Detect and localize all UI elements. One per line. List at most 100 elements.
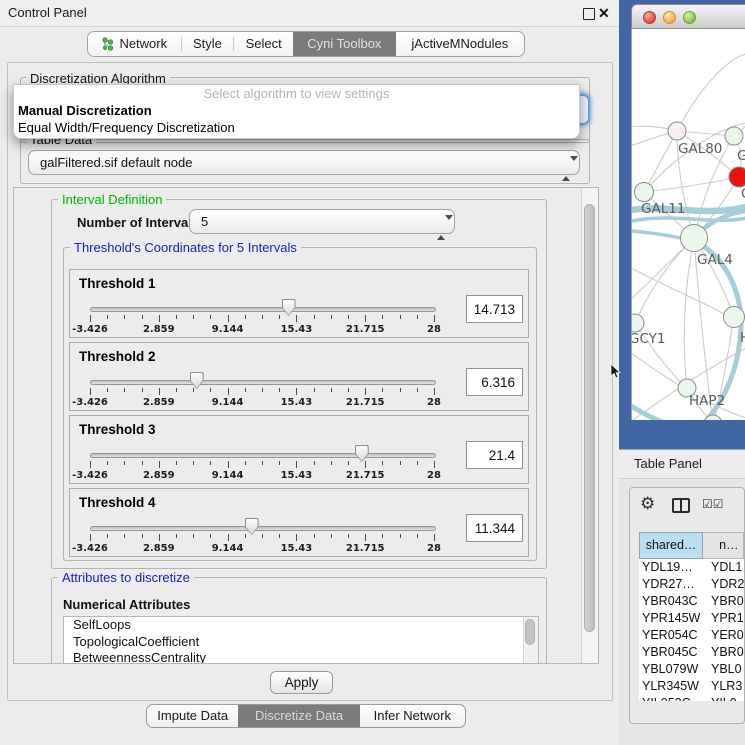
threshold-panel: Threshold 2-3.4262.8599.14415.4321.71528… xyxy=(69,342,529,411)
table-row[interactable]: YBR045CYBR0 xyxy=(639,644,745,661)
threshold-panel: Threshold 1-3.4262.8599.14415.4321.71528… xyxy=(69,269,529,338)
tick-mark xyxy=(124,315,125,319)
table-row[interactable]: YBL079WYBL0 xyxy=(639,661,745,678)
slider-ticks xyxy=(70,315,528,324)
node-table: shared… n… YDL19…YDL1YDR27…YDR2YBR043CYB… xyxy=(639,532,744,723)
threshold-panel: Threshold 3-3.4262.8599.14415.4321.71528… xyxy=(69,415,529,484)
tick-mark xyxy=(262,388,263,392)
column-checkboxes-icon[interactable]: ☑☑ xyxy=(702,497,724,511)
threshold-value-field[interactable]: 11.344 xyxy=(466,514,523,542)
tab-style[interactable]: Style xyxy=(182,32,234,56)
tick-mark xyxy=(159,315,160,322)
algorithm-option-equal-width[interactable]: Equal Width/Frequency Discretization xyxy=(14,119,579,136)
label-ga: GA xyxy=(737,148,745,164)
apply-button[interactable]: Apply xyxy=(270,671,333,694)
tab-select[interactable]: Select xyxy=(234,32,293,56)
node-gal4[interactable] xyxy=(681,225,708,252)
gear-icon[interactable]: ⚙ xyxy=(640,494,655,514)
column-header-name[interactable]: n… xyxy=(703,532,744,559)
tick-mark xyxy=(176,315,177,319)
tab-jactivemnodules[interactable]: jActiveMNodules xyxy=(396,32,524,56)
table-row[interactable]: YDR27…YDR2 xyxy=(639,576,745,593)
slider-tick-labels: -3.4262.8599.14415.4321.71528 xyxy=(70,324,528,336)
table-cell: YDL1 xyxy=(706,559,742,576)
table-row[interactable]: YER054CYER0 xyxy=(639,627,745,644)
tick-mark xyxy=(400,315,401,319)
node-gcy1[interactable] xyxy=(632,314,644,332)
threshold-value-field[interactable]: 21.4 xyxy=(466,441,523,469)
minimize-traffic-light-icon[interactable] xyxy=(663,11,676,24)
network-view-canvas[interactable]: GAL80 GA C GAL11 GAL4 GCY1 H HAP2 xyxy=(631,29,745,420)
slider-thumb[interactable] xyxy=(245,518,259,535)
table-cell: YBR0 xyxy=(706,644,744,661)
attributes-scrollbar[interactable] xyxy=(523,617,538,664)
table-row[interactable]: YIL052CYIL0 xyxy=(639,695,745,701)
close-traffic-light-icon[interactable] xyxy=(643,11,656,24)
threshold-value-field[interactable]: 6.316 xyxy=(466,368,523,396)
settings-scroll-pane: Interval Definition Number of Intervals … xyxy=(13,187,599,664)
algorithm-option-manual[interactable]: Manual Discretization xyxy=(14,102,579,119)
slider-thumb[interactable] xyxy=(355,445,369,462)
split-columns-icon[interactable] xyxy=(672,498,690,513)
close-icon[interactable]: ✕ xyxy=(598,4,610,22)
table-row[interactable]: YLR345WYLR3 xyxy=(639,678,745,695)
tick-mark xyxy=(296,461,297,468)
attribute-item[interactable]: BetweennessCentrality xyxy=(64,650,538,664)
attribute-item[interactable]: TopologicalCoefficient xyxy=(64,634,538,651)
slider-track[interactable] xyxy=(90,307,436,312)
tick-label: 9.144 xyxy=(206,324,250,335)
algorithm-popup-hint: Select algorithm to view settings xyxy=(14,85,579,102)
tick-mark xyxy=(142,461,143,465)
slider-track[interactable] xyxy=(90,380,436,385)
control-panel-titlebar xyxy=(0,0,620,27)
table-cell: YLR3 xyxy=(706,678,742,695)
threshold-label: Threshold 3 xyxy=(79,422,156,437)
node-gal11[interactable] xyxy=(635,183,654,202)
attributes-scrollbar-thumb[interactable] xyxy=(525,619,535,645)
threshold-value-field[interactable]: 14.713 xyxy=(466,295,523,323)
tick-mark xyxy=(245,315,246,319)
tick-label: 15.43 xyxy=(274,324,318,335)
slider-thumb[interactable] xyxy=(282,299,296,316)
tick-label: -3.426 xyxy=(68,543,112,554)
table-cell: YDR27… xyxy=(639,576,706,593)
table-cell: YER054C xyxy=(639,627,706,644)
attribute-item[interactable]: SelfLoops xyxy=(64,617,538,634)
tab-network[interactable]: Network xyxy=(88,32,181,56)
slider-track[interactable] xyxy=(90,526,436,531)
node-bottom[interactable] xyxy=(704,415,722,420)
combo-stepper-icon xyxy=(437,216,446,228)
table-row[interactable]: YDL19…YDL1 xyxy=(639,559,745,576)
control-panel-title: Control Panel xyxy=(8,0,87,26)
tick-mark xyxy=(90,315,91,322)
tick-label: 28 xyxy=(412,397,456,408)
tick-mark xyxy=(107,534,108,538)
node-gal80[interactable] xyxy=(668,122,686,140)
tab-impute-data[interactable]: Impute Data xyxy=(147,705,238,727)
tick-mark xyxy=(314,315,315,319)
node-ga[interactable] xyxy=(725,127,743,145)
table-row[interactable]: YPR145WYPR1 xyxy=(639,610,745,627)
tick-label: 2.859 xyxy=(137,397,181,408)
network-window-titlebar[interactable] xyxy=(631,4,745,29)
tick-mark xyxy=(382,388,383,392)
tick-mark xyxy=(90,534,91,541)
tab-discretize-data[interactable]: Discretize Data xyxy=(238,705,359,727)
column-header-shared-name[interactable]: shared… xyxy=(639,532,703,559)
slider-track[interactable] xyxy=(90,453,436,458)
tab-cyni-toolbox[interactable]: Cyni Toolbox xyxy=(293,32,396,56)
number-of-intervals-combobox[interactable]: 5 xyxy=(189,209,455,234)
float-window-icon[interactable] xyxy=(583,8,595,20)
tab-network-label: Network xyxy=(119,32,167,56)
slider-ticks xyxy=(70,461,528,470)
maximize-traffic-light-icon[interactable] xyxy=(683,11,696,24)
table-cell: YBL0 xyxy=(706,661,742,678)
node-h[interactable] xyxy=(724,307,745,328)
table-data-combobox[interactable]: galFiltered.sif default node xyxy=(28,150,580,175)
slider-thumb[interactable] xyxy=(190,372,204,389)
settings-vertical-scrollbar[interactable] xyxy=(581,188,598,663)
table-row[interactable]: YBR043CYBR0 xyxy=(639,593,745,610)
settings-scrollbar-thumb[interactable] xyxy=(584,204,595,632)
node-selected-red[interactable] xyxy=(729,167,745,187)
tab-infer-network[interactable]: Infer Network xyxy=(360,705,465,727)
